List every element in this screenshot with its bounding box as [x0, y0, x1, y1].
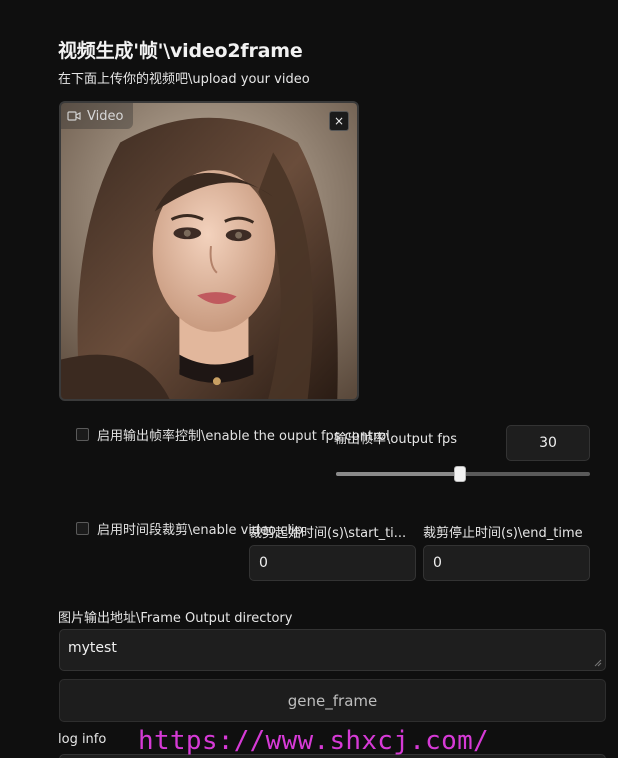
fps-slider-fill — [336, 472, 461, 476]
video-preview-image — [61, 103, 357, 399]
video-label-tag: Video — [61, 103, 134, 129]
end-time-label: 裁剪停止时间(s)\end_time — [423, 526, 583, 541]
end-time-value: 0 — [433, 555, 442, 571]
video-label-text: Video — [87, 108, 124, 124]
fps-control-checkbox[interactable] — [76, 428, 89, 441]
video-player[interactable]: Video × — [59, 101, 359, 401]
clip-control-checkbox[interactable] — [76, 522, 89, 535]
resize-handle-icon[interactable] — [594, 659, 602, 667]
start-time-value: 0 — [259, 555, 268, 571]
output-dir-input[interactable]: mytest — [59, 629, 606, 671]
page-title: 视频生成'帧'\video2frame — [58, 40, 303, 62]
start-time-input[interactable]: 0 — [249, 545, 416, 581]
fps-label: 输出帧率\output fps — [334, 432, 457, 447]
log-info-label: log info — [58, 732, 107, 747]
video-camera-icon — [67, 110, 81, 122]
fps-slider-thumb[interactable] — [454, 466, 467, 482]
output-dir-label: 图片输出地址\Frame Output directory — [58, 611, 293, 626]
fps-value: 30 — [539, 435, 557, 451]
video-close-button[interactable]: × — [329, 111, 349, 131]
watermark-url: https://www.shxcj.com/ — [138, 726, 489, 756]
fps-number-input[interactable]: 30 — [506, 425, 590, 461]
end-time-input[interactable]: 0 — [423, 545, 590, 581]
output-dir-value: mytest — [68, 640, 117, 656]
start-time-label: 裁剪起始时间(s)\start_ti... — [249, 526, 407, 541]
close-icon: × — [333, 114, 345, 128]
gene-frame-button[interactable]: gene_frame — [59, 679, 606, 722]
upload-instructions: 在下面上传你的视频吧\upload your video — [58, 72, 310, 87]
